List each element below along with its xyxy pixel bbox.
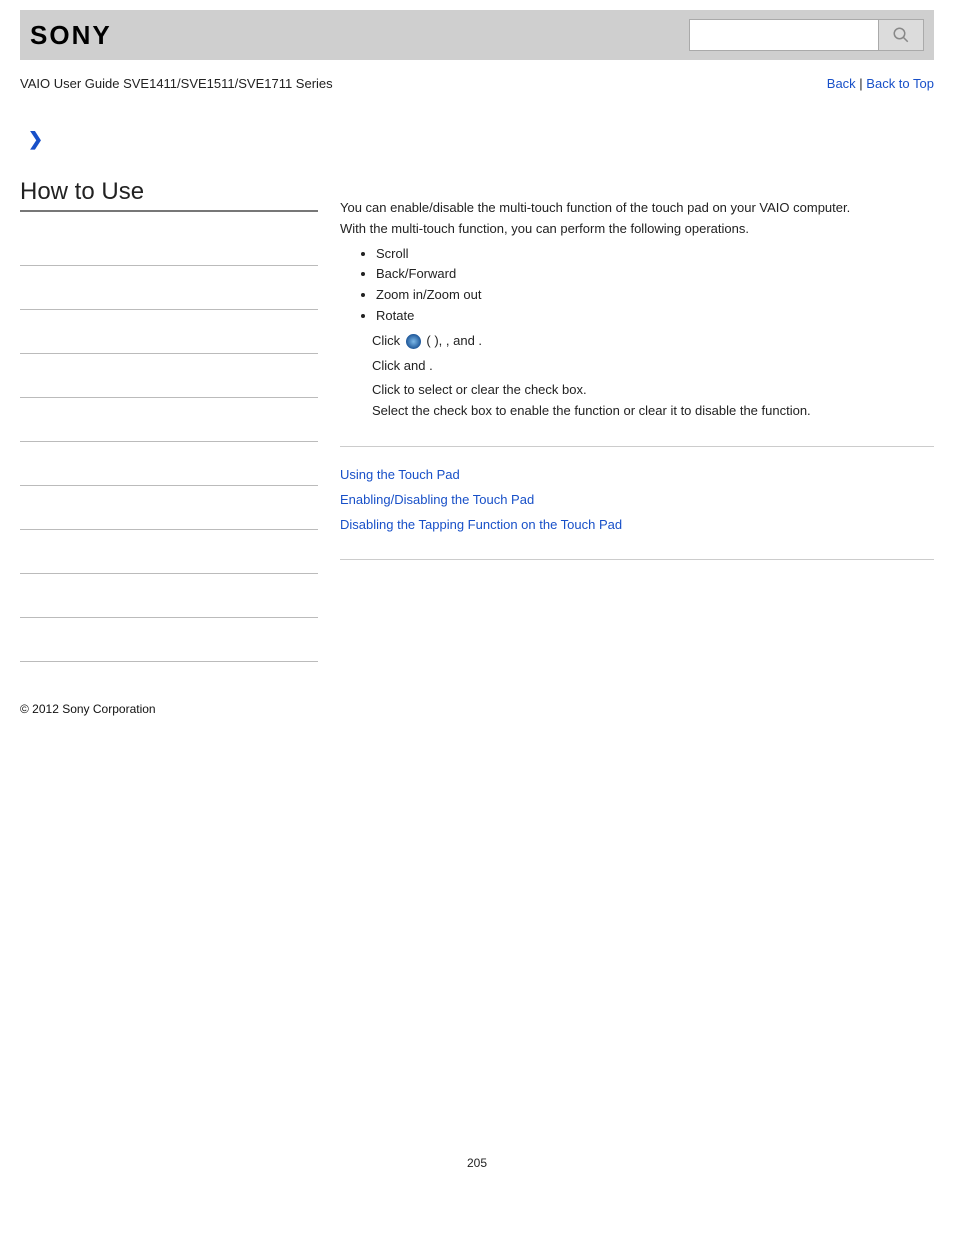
step1-text-b: ( ), xyxy=(423,333,446,348)
copyright: © 2012 Sony Corporation xyxy=(20,702,934,716)
sidebar-item[interactable] xyxy=(20,486,318,530)
step1-text-c: , and xyxy=(446,333,479,348)
step3-text-a: Click to select or clear the xyxy=(372,382,524,397)
step2-text-b: and xyxy=(404,358,429,373)
sidebar-item[interactable] xyxy=(20,618,318,662)
sub-header: VAIO User Guide SVE1411/SVE1511/SVE1711 … xyxy=(20,60,934,99)
sidebar-item[interactable] xyxy=(20,442,318,486)
search-button[interactable] xyxy=(879,19,924,51)
header-bar: SONY xyxy=(20,10,934,60)
intro-line-1: You can enable/disable the multi-touch f… xyxy=(340,198,934,219)
step2-text-a: Click xyxy=(372,358,404,373)
sidebar-title: How to Use xyxy=(20,178,318,206)
op-item: Scroll xyxy=(376,244,934,265)
sidebar-item[interactable] xyxy=(20,266,318,310)
section-divider xyxy=(340,446,934,447)
related-link[interactable]: Disabling the Tapping Function on the To… xyxy=(340,515,934,536)
nav-arrow-icon[interactable]: ❯ xyxy=(28,129,934,150)
page-number: 205 xyxy=(20,1156,934,1190)
sidebar-item[interactable] xyxy=(20,222,318,266)
brand-logo: SONY xyxy=(30,20,112,51)
sidebar-item[interactable] xyxy=(20,310,318,354)
step2-text-c: . xyxy=(429,358,433,373)
step-1: Click ( ), , and . xyxy=(372,331,934,352)
top-links: Back | Back to Top xyxy=(827,76,934,91)
step1-text-d: . xyxy=(478,333,482,348)
step3-text-b: check box. xyxy=(524,382,586,397)
related-links: Using the Touch Pad Enabling/Disabling t… xyxy=(340,465,934,535)
search-icon xyxy=(892,26,910,44)
intro-line-2: With the multi-touch function, you can p… xyxy=(340,219,934,240)
search-wrap xyxy=(689,19,924,51)
op-item: Rotate xyxy=(376,306,934,327)
op-item: Back/Forward xyxy=(376,264,934,285)
back-link[interactable]: Back xyxy=(827,76,856,91)
sidebar-list xyxy=(20,222,318,662)
sidebar-item[interactable] xyxy=(20,530,318,574)
operations-list: Scroll Back/Forward Zoom in/Zoom out Rot… xyxy=(376,244,934,327)
breadcrumb: VAIO User Guide SVE1411/SVE1511/SVE1711 … xyxy=(20,76,333,91)
title-rule xyxy=(20,210,318,212)
search-input[interactable] xyxy=(689,19,879,51)
step-3: Click to select or clear the check box. … xyxy=(372,380,934,422)
step3-text-c: Select the check box to enable the funct… xyxy=(372,401,934,422)
main-content: You can enable/disable the multi-touch f… xyxy=(340,168,934,662)
related-link[interactable]: Enabling/Disabling the Touch Pad xyxy=(340,490,934,511)
section-divider xyxy=(340,559,934,560)
related-link[interactable]: Using the Touch Pad xyxy=(340,465,934,486)
step1-text-a: Click xyxy=(372,333,404,348)
link-separator: | xyxy=(856,76,867,91)
back-to-top-link[interactable]: Back to Top xyxy=(866,76,934,91)
sidebar: How to Use xyxy=(20,168,340,662)
sidebar-item[interactable] xyxy=(20,398,318,442)
sidebar-item[interactable] xyxy=(20,574,318,618)
op-item: Zoom in/Zoom out xyxy=(376,285,934,306)
start-icon xyxy=(406,334,421,349)
steps: Click ( ), , and . Click and . xyxy=(372,331,934,422)
sidebar-item[interactable] xyxy=(20,354,318,398)
step-2: Click and . xyxy=(372,356,934,377)
